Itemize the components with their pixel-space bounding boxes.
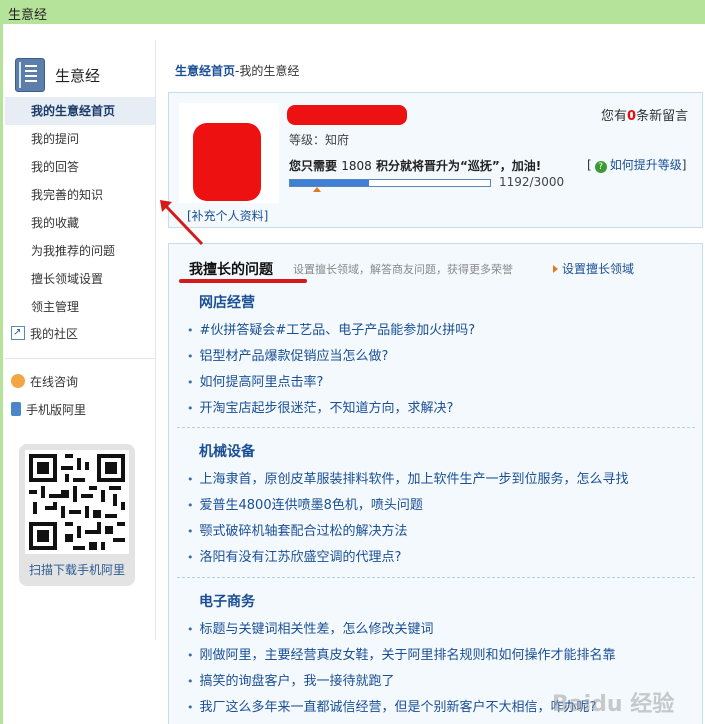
- online-consult-link[interactable]: 在线咨询: [11, 372, 78, 392]
- question-link[interactable]: 刚做阿里，主要经营真皮女鞋，关于阿里排名规则和如何操作才能排名靠: [187, 643, 697, 669]
- sidebar-title: 生意经: [55, 67, 101, 85]
- set-expertise-link[interactable]: 设置擅长领域: [553, 260, 634, 277]
- sidebar-item-expertise-settings[interactable]: 擅长领域设置: [5, 265, 155, 293]
- breadcrumb-home-link[interactable]: 生意经首页: [175, 64, 235, 78]
- question-link[interactable]: 标题与关键词相关性差，怎么修改关键词: [187, 617, 697, 643]
- sidebar-item-my-answers[interactable]: 我的回答: [5, 153, 155, 181]
- sidebar-divider: [5, 358, 155, 359]
- sidebar-item-favorites[interactable]: 我的收藏: [5, 209, 155, 237]
- howto-upgrade-label: 如何提升等级: [609, 158, 682, 172]
- sidebar-item-community[interactable]: 我的社区: [11, 323, 79, 344]
- sidebar-item-home[interactable]: 我的生意经首页: [5, 97, 155, 125]
- sidebar-item-my-knowledge[interactable]: 我完善的知识: [5, 181, 155, 209]
- upgrade-message: 您只需要 1808 积分就将晋升为“巡抚”，加油!: [289, 157, 541, 174]
- level-progress-bar: [289, 179, 491, 187]
- sidebar-menu: 我的生意经首页 我的提问 我的回答 我完善的知识 我的收藏 为我推荐的问题 擅长…: [5, 97, 155, 321]
- avatar-redaction: [193, 123, 261, 201]
- question-link[interactable]: 如何提高阿里点击率?: [187, 370, 697, 396]
- chat-icon: [11, 374, 25, 388]
- upgrade-prefix: 您只需要: [289, 159, 338, 173]
- messages-prefix: 您有: [601, 109, 628, 124]
- expertise-title: 我擅长的问题: [189, 262, 273, 278]
- profile-panel: [补充个人资料] 您有0条新留言 等级：知府 您只需要 1808 积分就将晋升为…: [168, 92, 703, 228]
- question-icon: ?: [594, 161, 607, 173]
- category-title[interactable]: 电子商务: [199, 591, 255, 611]
- red-arrow-annotation: [160, 200, 204, 246]
- sidebar-item-my-questions[interactable]: 我的提问: [5, 125, 155, 153]
- book-icon: [15, 58, 45, 92]
- level-progress-fill: [290, 180, 370, 186]
- question-link[interactable]: 铝型材产品爆款促销应当怎么做?: [187, 344, 697, 370]
- upgrade-suffix: 积分就将晋升为“巡抚”，加油!: [375, 159, 542, 173]
- expertise-description: 设置擅长领域，解答商友问题，获得更多荣誉: [293, 263, 513, 276]
- question-link[interactable]: 颚式破碎机轴套配合过松的解决方法: [187, 519, 697, 545]
- sidebar: 生意经 我的生意经首页 我的提问 我的回答 我完善的知识 我的收藏 为我推荐的问…: [5, 40, 156, 640]
- mobile-label: 手机版阿里: [26, 403, 87, 417]
- breadcrumb: 生意经首页-我的生意经: [175, 62, 299, 79]
- sidebar-item-lord-management[interactable]: 领主管理: [5, 293, 155, 321]
- user-level: 等级：知府: [289, 133, 350, 147]
- category-divider: [177, 577, 695, 578]
- qr-caption: 扫描下载手机阿里: [28, 563, 125, 577]
- baidu-watermark: Baidu 经验: [552, 692, 675, 717]
- username-redaction: [287, 105, 407, 125]
- qr-code-icon: [25, 450, 129, 554]
- level-progress-text: 1192/3000: [499, 175, 565, 189]
- howto-close: ]: [681, 158, 687, 172]
- question-link[interactable]: 爱普生4800连供喷墨8色机，喷头问题: [187, 493, 697, 519]
- breadcrumb-current: -我的生意经: [235, 64, 300, 78]
- question-link[interactable]: #伙拼答疑会#工艺品、电子产品能参加火拼吗?: [187, 318, 697, 344]
- sidebar-header: 生意经: [15, 58, 155, 92]
- window-title: 生意经: [8, 8, 48, 23]
- avatar[interactable]: [179, 103, 279, 203]
- category-title[interactable]: 机械设备: [199, 441, 255, 461]
- question-list: #伙拼答疑会#工艺品、电子产品能参加火拼吗? 铝型材产品爆款促销应当怎么做? 如…: [187, 318, 697, 422]
- expertise-panel: 我擅长的问题 设置擅长领域，解答商友问题，获得更多荣誉 设置擅长领域 网店经营 …: [168, 243, 703, 724]
- howto-open: [: [587, 158, 592, 172]
- question-link[interactable]: 开淘宝店起步很迷茫，不知道方向，求解决?: [187, 396, 697, 422]
- sidebar-item-recommended[interactable]: 为我推荐的问题: [5, 237, 155, 265]
- red-underline-annotation: [179, 279, 307, 283]
- question-link[interactable]: 上海隶首，原创皮革服装排料软件，加上软件生产一步到位服务，怎么寻找: [187, 467, 697, 493]
- question-link[interactable]: 洛阳有没有江苏欣盛空调的代理点?: [187, 545, 697, 571]
- mobile-link[interactable]: 手机版阿里: [11, 400, 86, 420]
- progress-marker-icon: [313, 187, 321, 192]
- mobile-phone-icon: [11, 402, 21, 416]
- new-messages-link[interactable]: 您有0条新留言: [601, 105, 688, 124]
- question-list: 上海隶首，原创皮革服装排料软件，加上软件生产一步到位服务，怎么寻找 爱普生480…: [187, 467, 697, 571]
- category-divider: [177, 427, 695, 428]
- qr-download-box[interactable]: 扫描下载手机阿里: [19, 444, 135, 586]
- window-titlebar: 生意经: [0, 0, 705, 25]
- messages-count: 0: [627, 109, 637, 124]
- online-consult-label: 在线咨询: [30, 375, 79, 389]
- howto-upgrade[interactable]: [? 如何提升等级]: [587, 156, 686, 173]
- messages-suffix: 条新留言: [636, 109, 689, 124]
- community-label: 我的社区: [30, 327, 79, 341]
- upgrade-points: 1808: [341, 159, 372, 173]
- external-link-icon: [11, 323, 25, 343]
- category-title[interactable]: 网店经营: [199, 292, 255, 312]
